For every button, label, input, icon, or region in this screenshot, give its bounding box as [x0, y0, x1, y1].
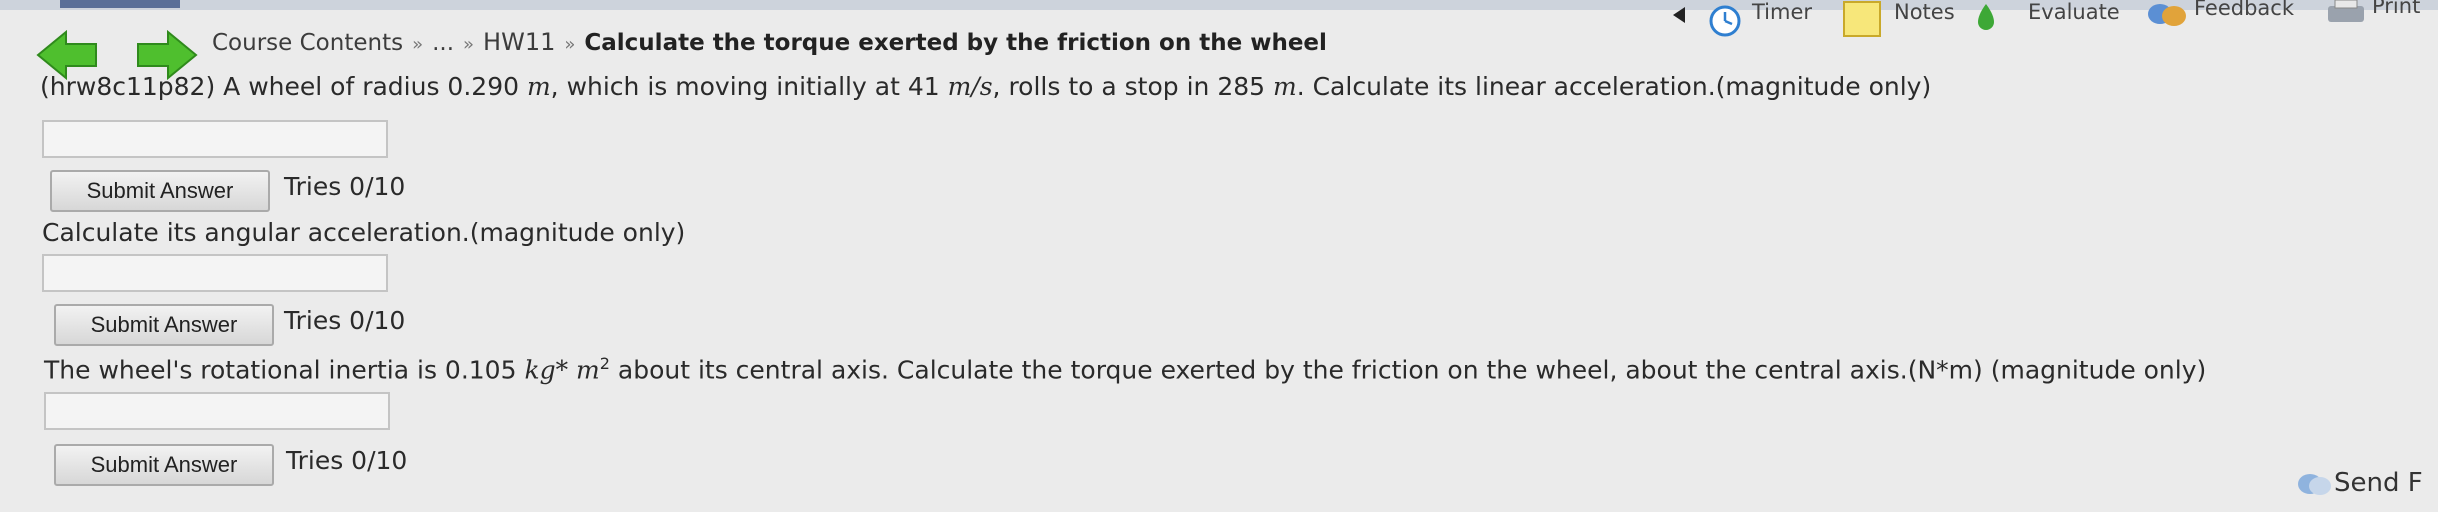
- send-feedback-button[interactable]: Send F: [2296, 468, 2423, 499]
- breadcrumb-separator: »: [412, 34, 424, 55]
- question-1-text-a: (hrw8c11p82) A wheel of radius 0.290: [40, 72, 527, 101]
- answer-2-input[interactable]: [42, 254, 388, 292]
- tries-2: Tries 0/10: [284, 306, 406, 335]
- notes-label[interactable]: Notes: [1894, 0, 1955, 24]
- question-3-text-b: about its central axis. Calculate the to…: [609, 355, 2207, 385]
- tries-3: Tries 0/10: [286, 446, 408, 475]
- breadcrumb-course-contents[interactable]: Course Contents: [212, 30, 403, 56]
- feedback-icon[interactable]: [2146, 0, 2188, 34]
- question-2-text: Calculate its angular acceleration.(magn…: [42, 218, 686, 247]
- question-3-unit-exponent: 2: [599, 354, 610, 373]
- question-1-text-d: . Calculate its linear acceleration.(mag…: [1296, 72, 1932, 101]
- question-3-text-a: The wheel's rotational inertia is 0.105: [44, 355, 525, 385]
- question-3-text: The wheel's rotational inertia is 0.105 …: [44, 354, 2206, 384]
- submit-answer-3-button[interactable]: Submit Answer: [54, 444, 274, 486]
- question-1-text-c: , rolls to a stop in 285: [992, 72, 1273, 101]
- question-1-unit-distance: m: [1272, 72, 1297, 101]
- breadcrumb: Course Contents »... » HW11 » Calculate the t…: [212, 28, 1327, 56]
- tries-1: Tries 0/10: [284, 172, 406, 201]
- breadcrumb-current: Calculate the torque exerted by the fric…: [584, 30, 1327, 56]
- breadcrumb-separator: »: [564, 34, 576, 55]
- toolbar: Timer Notes Evaluate Feedback Print: [0, 0, 2438, 37]
- breadcrumb-hw[interactable]: HW11: [483, 28, 555, 56]
- question-1-unit-speed: m/s: [947, 72, 993, 101]
- timer-icon[interactable]: [1708, 4, 1742, 42]
- evaluate-icon[interactable]: [1976, 2, 1996, 36]
- send-feedback-icon: [2296, 469, 2334, 499]
- print-icon[interactable]: [2326, 0, 2366, 30]
- send-feedback-label: Send F: [2334, 468, 2423, 498]
- feedback-label[interactable]: Feedback: [2194, 0, 2294, 20]
- answer-1-input[interactable]: [42, 120, 388, 158]
- print-label[interactable]: Print: [2372, 0, 2420, 18]
- answer-3-input[interactable]: [44, 392, 390, 430]
- small-left-triangle-icon[interactable]: [1672, 6, 1686, 28]
- question-1-text-b: , which is moving initially at 41: [550, 72, 948, 101]
- submit-answer-1-button[interactable]: Submit Answer: [50, 170, 270, 212]
- question-1-text: (hrw8c11p82) A wheel of radius 0.290 m, …: [40, 72, 1931, 101]
- breadcrumb-separator: »: [463, 34, 475, 55]
- notes-icon[interactable]: [1842, 0, 1882, 42]
- breadcrumb-ellipsis[interactable]: ...: [432, 30, 454, 56]
- submit-answer-2-button[interactable]: Submit Answer: [54, 304, 274, 346]
- evaluate-label[interactable]: Evaluate: [2028, 0, 2120, 24]
- question-1-unit-radius: m: [526, 72, 551, 101]
- timer-label[interactable]: Timer: [1752, 0, 1812, 24]
- question-3-unit-inertia: kg* m: [524, 355, 600, 385]
